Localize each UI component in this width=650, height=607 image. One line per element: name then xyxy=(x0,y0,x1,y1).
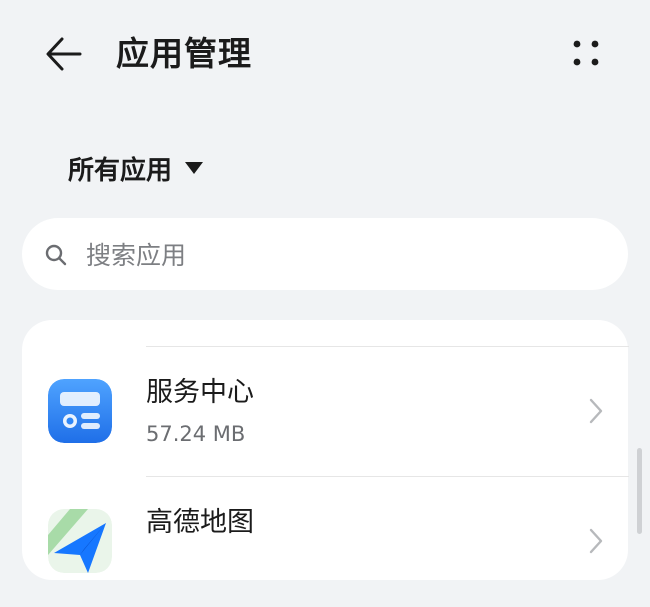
search-input[interactable] xyxy=(86,232,566,278)
app-size: 57.24 MB xyxy=(146,422,246,446)
more-dots-icon xyxy=(573,40,599,66)
app-bar: 应用管理 xyxy=(0,0,650,110)
search-icon xyxy=(45,244,67,266)
service-center-icon xyxy=(48,379,112,443)
page-title: 应用管理 xyxy=(116,34,252,73)
app-filter-dropdown[interactable]: 所有应用 xyxy=(68,146,204,190)
amap-icon xyxy=(48,509,112,573)
list-item-service-center[interactable]: 服务中心 57.24 MB xyxy=(22,347,628,477)
list-item-amap[interactable]: 高德地图 xyxy=(22,477,628,607)
chevron-right-icon xyxy=(589,398,603,424)
app-name: 高德地图 xyxy=(146,507,254,538)
more-options-button[interactable] xyxy=(562,30,610,78)
filter-label: 所有应用 xyxy=(68,155,173,186)
back-arrow-icon xyxy=(46,37,82,71)
scrollbar[interactable] xyxy=(637,448,642,534)
back-button[interactable] xyxy=(40,30,88,78)
caret-down-icon xyxy=(185,162,204,174)
chevron-right-icon xyxy=(589,528,603,554)
app-name: 服务中心 xyxy=(146,377,254,408)
